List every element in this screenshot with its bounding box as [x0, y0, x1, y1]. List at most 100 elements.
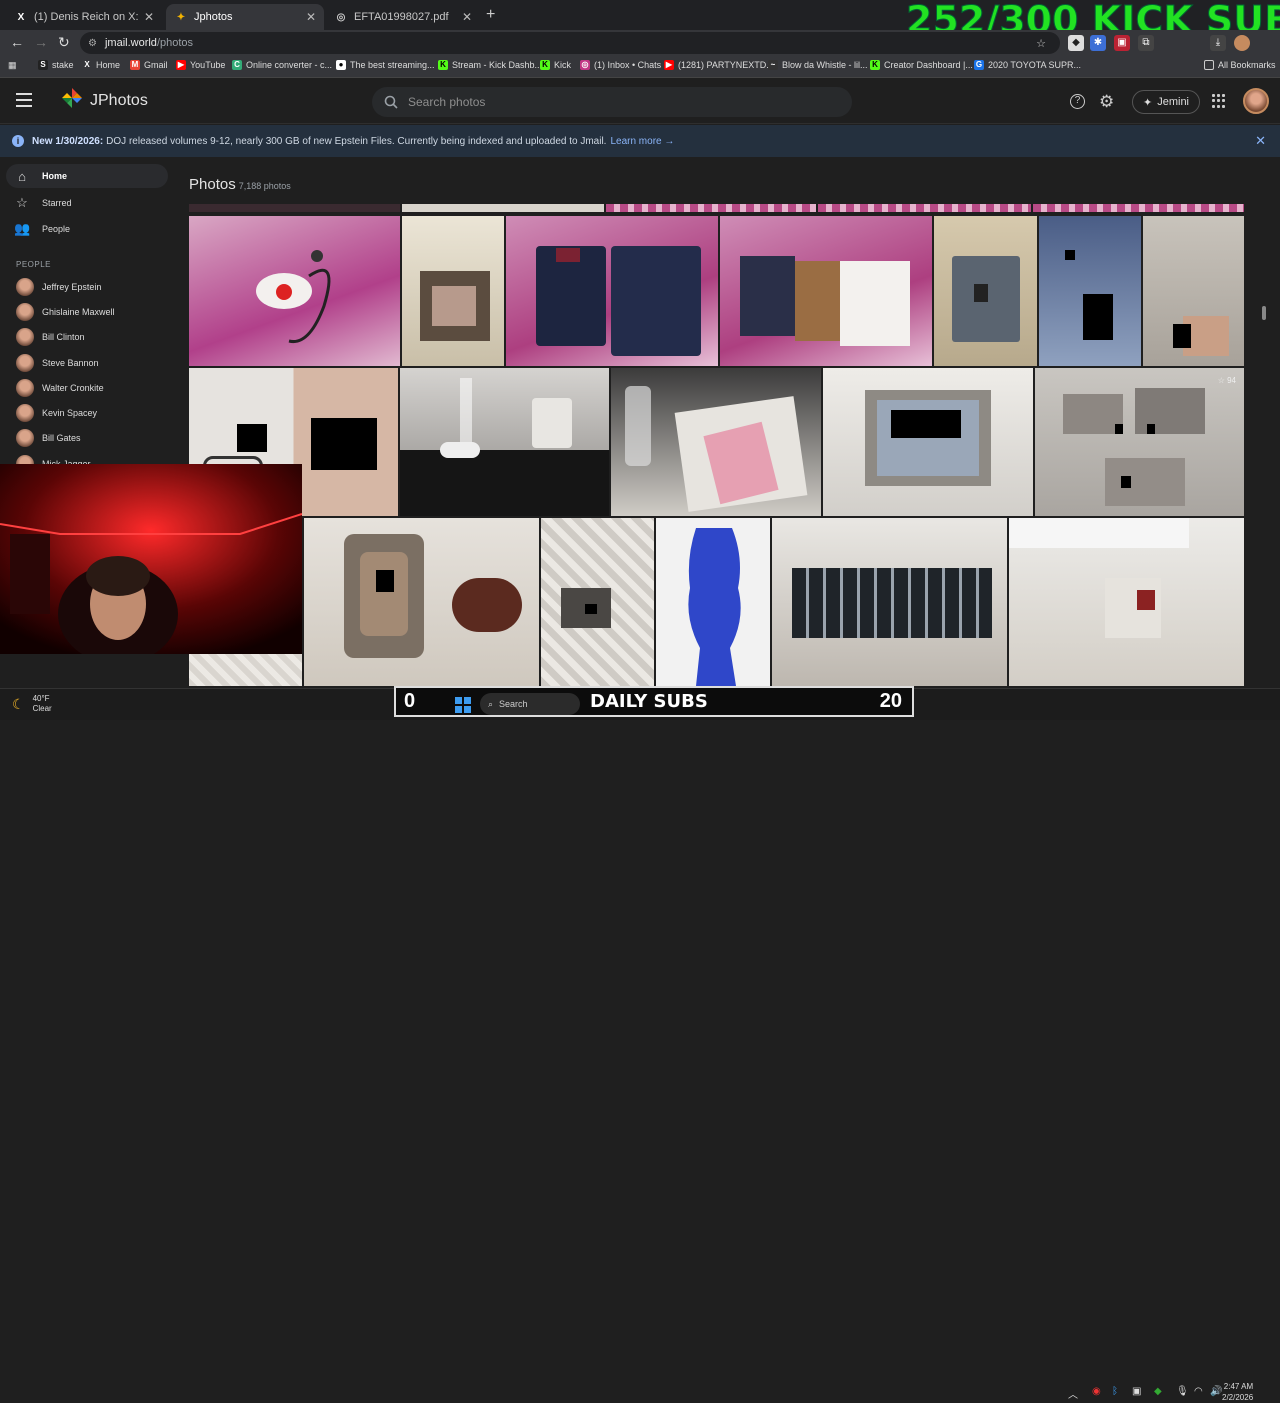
photo-thumbnail[interactable]	[772, 518, 1007, 686]
back-icon[interactable]: ←	[10, 34, 24, 50]
photo-thumbnail[interactable]	[1033, 204, 1244, 212]
bookmark-gmail[interactable]: M Gmail	[130, 60, 168, 70]
sidebar-item-home[interactable]: ⌂ Home	[6, 164, 168, 188]
app-tray-icon[interactable]: ▣	[1132, 1386, 1141, 1397]
app-tray-icon[interactable]: ◉	[1092, 1386, 1101, 1397]
help-icon[interactable]: ?	[1070, 94, 1085, 109]
bluetooth-icon[interactable]: ᛒ	[1112, 1386, 1118, 1397]
all-bookmarks[interactable]: All Bookmarks	[1204, 60, 1276, 70]
photo-thumbnail[interactable]	[934, 216, 1037, 366]
moon-icon: ☾	[12, 695, 25, 712]
photo-thumbnail[interactable]	[402, 216, 504, 366]
taskbar-search[interactable]: ⌕ Search	[480, 693, 580, 715]
jemini-button[interactable]: ✦ Jemini	[1132, 90, 1201, 114]
daily-subs-overlay: 0 DAILY SUBS 20	[394, 686, 914, 717]
globe-icon: ◎	[336, 11, 346, 23]
sidebar-item-starred[interactable]: ☆ Starred	[6, 191, 168, 215]
chevron-up-icon[interactable]: ︿	[1068, 1386, 1078, 1401]
photo-thumbnail[interactable]	[823, 368, 1033, 516]
bookmarks-bar: ▦ Sstake X Home M Gmail ▶ YouTube C Online c…	[0, 56, 1280, 78]
info-icon: i	[12, 135, 24, 147]
menu-icon[interactable]	[16, 93, 32, 107]
bookmark-home[interactable]: X Home	[82, 60, 120, 70]
bookmark-streaming[interactable]: ● The best streaming...	[336, 60, 435, 70]
apps-grid-icon[interactable]: ▦	[8, 60, 17, 71]
avatar	[16, 379, 34, 397]
bookmark-kick-dashboard[interactable]: K Stream - Kick Dashb...	[438, 60, 542, 70]
windows-start-icon[interactable]	[455, 697, 471, 713]
wifi-icon[interactable]: ◠	[1194, 1386, 1203, 1397]
person-item[interactable]: Jeffrey Epstein	[16, 277, 101, 297]
bookmark-inbox[interactable]: ◎ (1) Inbox • Chats	[580, 60, 661, 70]
photo-thumbnail[interactable]	[1143, 216, 1244, 366]
sidebar-item-people[interactable]: 👥 People	[6, 217, 168, 241]
person-item[interactable]: Kevin Spacey	[16, 403, 97, 423]
bookmark-blow-da-whistle[interactable]: ~ Blow da Whistle - lil...	[768, 60, 868, 70]
close-icon[interactable]: ✕	[462, 10, 472, 24]
download-icon[interactable]: ⤓	[1210, 35, 1226, 51]
bookmark-kick[interactable]: K Kick	[540, 60, 571, 70]
tab-title: Jphotos	[194, 11, 233, 23]
person-item[interactable]: Ghislaine Maxwell	[16, 302, 115, 322]
person-item[interactable]: Steve Bannon	[16, 353, 99, 373]
extension-icon[interactable]: ▣	[1114, 35, 1130, 51]
person-item[interactable]: Bill Gates	[16, 428, 81, 448]
volume-icon[interactable]: 🔊	[1210, 1386, 1222, 1397]
bookmark-youtube[interactable]: ▶ YouTube	[176, 60, 225, 70]
photo-thumbnail[interactable]	[189, 654, 302, 686]
bookmark-toyota[interactable]: G 2020 TOYOTA SUPR...	[974, 60, 1081, 70]
photo-thumbnail[interactable]	[1039, 216, 1141, 366]
forward-icon[interactable]: →	[34, 34, 48, 50]
app-tray-icon[interactable]: ◆	[1154, 1386, 1162, 1397]
streamer-webcam	[0, 464, 302, 654]
photo-thumbnail[interactable]	[656, 518, 770, 686]
extension-icon[interactable]: ◆	[1068, 35, 1084, 51]
apps-grid-icon[interactable]	[1212, 94, 1226, 108]
bookmark-converter[interactable]: C Online converter - c...	[232, 60, 332, 70]
photo-thumbnail[interactable]	[304, 518, 539, 686]
photo-thumbnail[interactable]	[1009, 518, 1244, 686]
extension-icon[interactable]: ✱	[1090, 35, 1106, 51]
profile-icon[interactable]	[1234, 35, 1250, 51]
stack-count-badge: ☆ 94	[1217, 376, 1236, 385]
photo-thumbnail[interactable]	[189, 216, 400, 366]
system-clock[interactable]: 2:47 AM 2/2/2026	[1222, 1381, 1253, 1403]
address-bar[interactable]: ⚙ jmail.world/photos ☆	[80, 32, 1060, 54]
photo-thumbnail[interactable]	[506, 216, 718, 366]
bookmark-star-icon[interactable]: ☆	[1036, 37, 1046, 50]
puzzle-icon[interactable]: ⧉	[1138, 35, 1154, 51]
photo-thumbnail[interactable]: ☆ 94	[1035, 368, 1244, 516]
tab-x-post[interactable]: X (1) Denis Reich on X: "@IntCyb ✕	[6, 4, 162, 30]
bookmark-stake[interactable]: Sstake	[38, 60, 74, 70]
gear-icon[interactable]: ⚙	[1099, 92, 1114, 112]
avatar[interactable]	[1243, 88, 1269, 114]
photo-thumbnail[interactable]	[720, 216, 932, 366]
close-icon[interactable]: ✕	[306, 10, 316, 24]
learn-more-link[interactable]: Learn more →	[610, 136, 674, 147]
tab-pdf[interactable]: ◎ EFTA01998027.pdf ✕	[326, 4, 480, 30]
microphone-icon[interactable]: 🎙	[1176, 1386, 1189, 1397]
bookmark-creator-dashboard[interactable]: K Creator Dashboard |...	[870, 60, 973, 70]
photo-thumbnail[interactable]	[402, 204, 604, 212]
photo-thumbnail[interactable]	[541, 518, 654, 686]
photo-thumbnail[interactable]	[400, 368, 609, 516]
photo-count: 7,188 photos	[238, 181, 291, 191]
tab-jphotos[interactable]: ✦ Jphotos ✕	[166, 4, 324, 30]
search-icon: ⌕	[488, 698, 494, 709]
close-icon[interactable]: ✕	[144, 10, 154, 24]
person-item[interactable]: Walter Cronkite	[16, 378, 104, 398]
person-item[interactable]: Bill Clinton	[16, 327, 85, 347]
photo-thumbnail[interactable]	[818, 204, 1031, 212]
reload-icon[interactable]: ↻	[58, 34, 70, 51]
new-tab-button[interactable]: +	[486, 6, 495, 24]
photo-thumbnail[interactable]	[606, 204, 816, 212]
search-input[interactable]: Search photos	[372, 87, 852, 117]
site-info-icon[interactable]: ⚙	[88, 38, 97, 49]
scrollbar[interactable]	[1262, 306, 1266, 320]
close-icon[interactable]: ✕	[1255, 133, 1266, 149]
photo-thumbnail[interactable]	[611, 368, 821, 516]
photo-thumbnail[interactable]	[189, 204, 400, 212]
weather-widget[interactable]: ☾ 40°F Clear	[12, 694, 52, 714]
avatar	[16, 303, 34, 321]
bookmark-partynextdoor[interactable]: ▶ (1281) PARTYNEXTD...	[664, 60, 774, 70]
